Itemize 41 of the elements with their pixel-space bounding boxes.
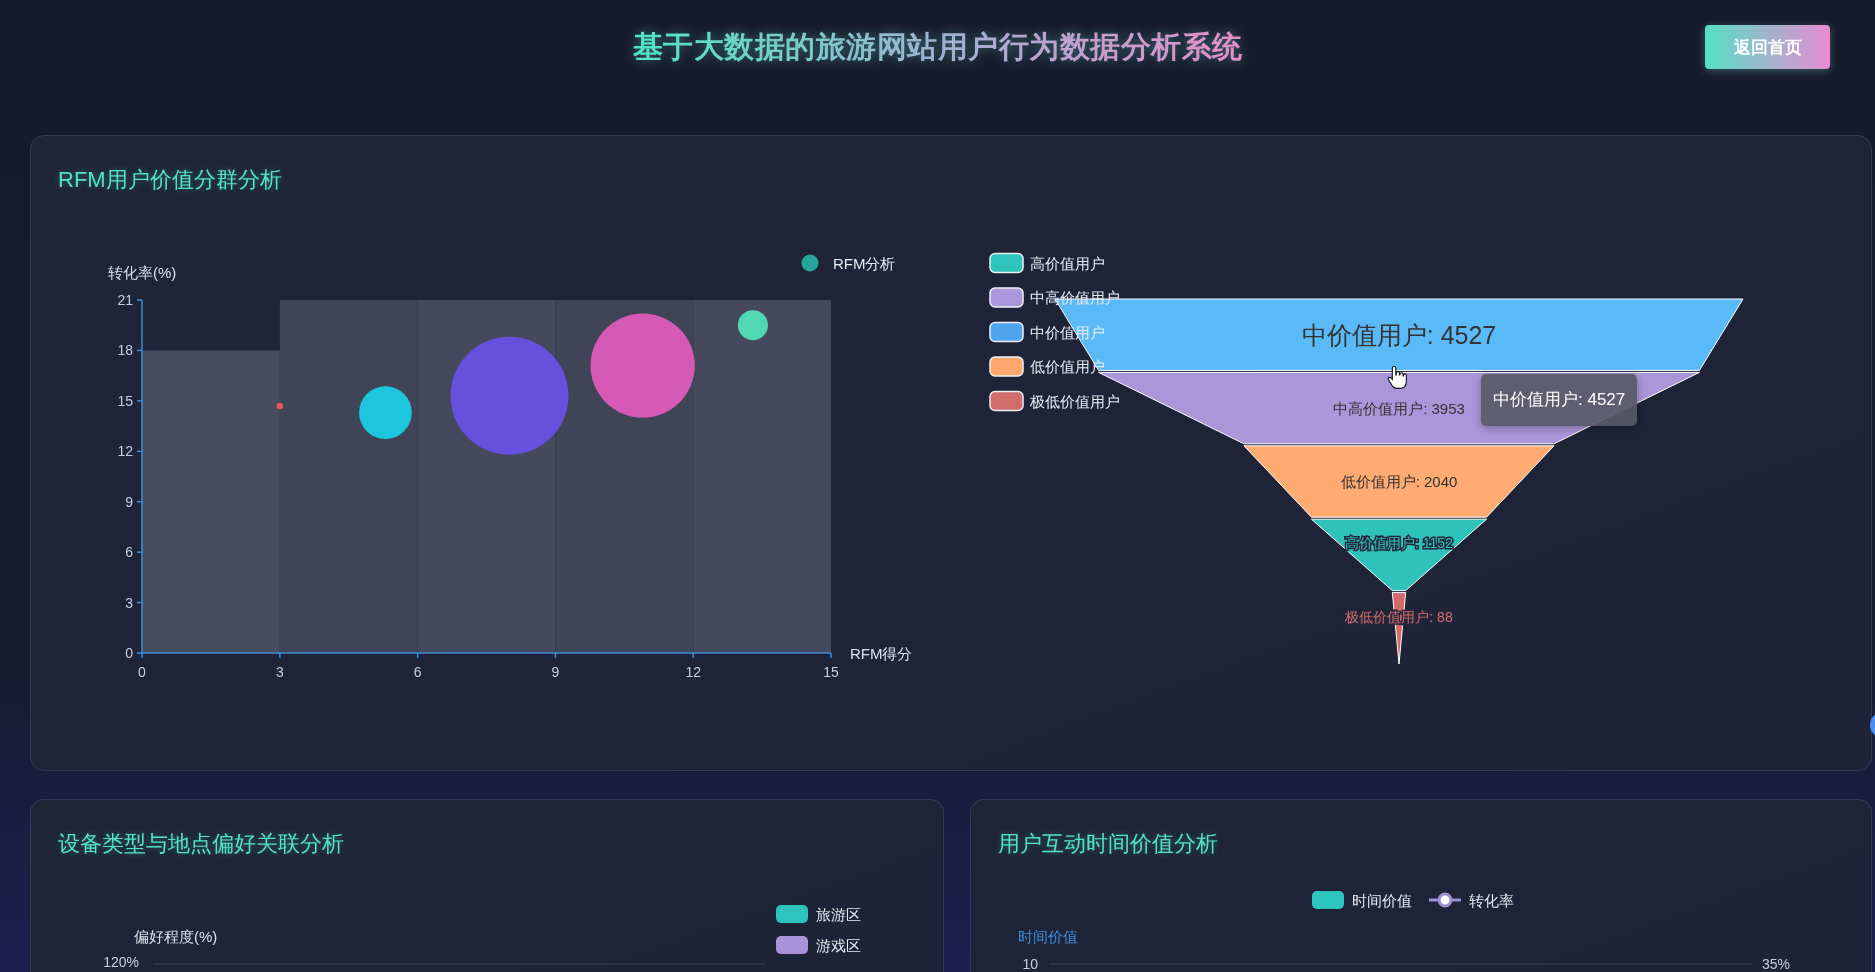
legend-label: 高价值用户 xyxy=(1030,254,1105,272)
panel-title: 设备类型与地点偏好关联分析 xyxy=(58,830,345,858)
legend-label: 旅游区 xyxy=(816,905,861,923)
legend-label: 时间价值 xyxy=(1352,891,1412,909)
axis-tick-label: 120% xyxy=(103,954,139,970)
axis-tick-label: 3 xyxy=(125,594,133,611)
axis-tick-label: 18 xyxy=(117,342,133,359)
axis-tick-label: 35% xyxy=(1762,956,1791,972)
panel-title: RFM用户价值分群分析 xyxy=(58,166,283,194)
axis-title: 时间价值 xyxy=(1018,927,1078,945)
legend-label: 转化率 xyxy=(1469,891,1514,909)
axis-tick-label: 12 xyxy=(685,664,701,680)
axis-tick-label: 12 xyxy=(117,443,133,460)
legend-label: 极低价值用户 xyxy=(1030,392,1120,410)
axis-title: 偏好程度(%) xyxy=(134,927,218,945)
legend-label: 低价值用户 xyxy=(1030,358,1105,375)
legend-label: 中价值用户 xyxy=(1030,323,1105,341)
floating-button[interactable] xyxy=(1870,712,1875,738)
funnel-label: 中价值用户: 4527 xyxy=(1301,320,1497,349)
legend-label: 游戏区 xyxy=(816,936,861,954)
axis-tick-label: 6 xyxy=(413,664,422,680)
funnel-label: 低价值用户: 2040 xyxy=(1340,473,1458,490)
axis-title: 转化率(%) xyxy=(108,263,177,281)
axis-tick-label: 0 xyxy=(138,664,146,680)
axis-tick-label: 15 xyxy=(117,392,133,409)
axis-tick-label: 6 xyxy=(125,544,133,561)
tooltip: 中价值用户: 4527 xyxy=(1481,374,1638,426)
axis-tick-label: 0 xyxy=(125,645,133,661)
axis-tick-label: 15 xyxy=(823,664,839,680)
home-button[interactable]: 返回首页 xyxy=(1705,25,1830,69)
funnel-label: 中高价值用户: 3953 xyxy=(1333,399,1465,417)
funnel-label: 高价值用户: 1152 xyxy=(1345,535,1453,552)
hand-cursor-icon xyxy=(1387,365,1407,389)
legend-label: RFM分析 xyxy=(833,254,896,272)
axis-title: RFM得分 xyxy=(850,644,913,662)
axis-tick-label: 3 xyxy=(275,664,284,680)
axis-tick-label: 21 xyxy=(117,292,133,308)
axis-tick-label: 10 xyxy=(1022,956,1038,972)
panel-title: 用户互动时间价值分析 xyxy=(998,830,1219,858)
axis-tick-label: 9 xyxy=(125,493,133,510)
axis-tick-label: 9 xyxy=(551,664,560,680)
